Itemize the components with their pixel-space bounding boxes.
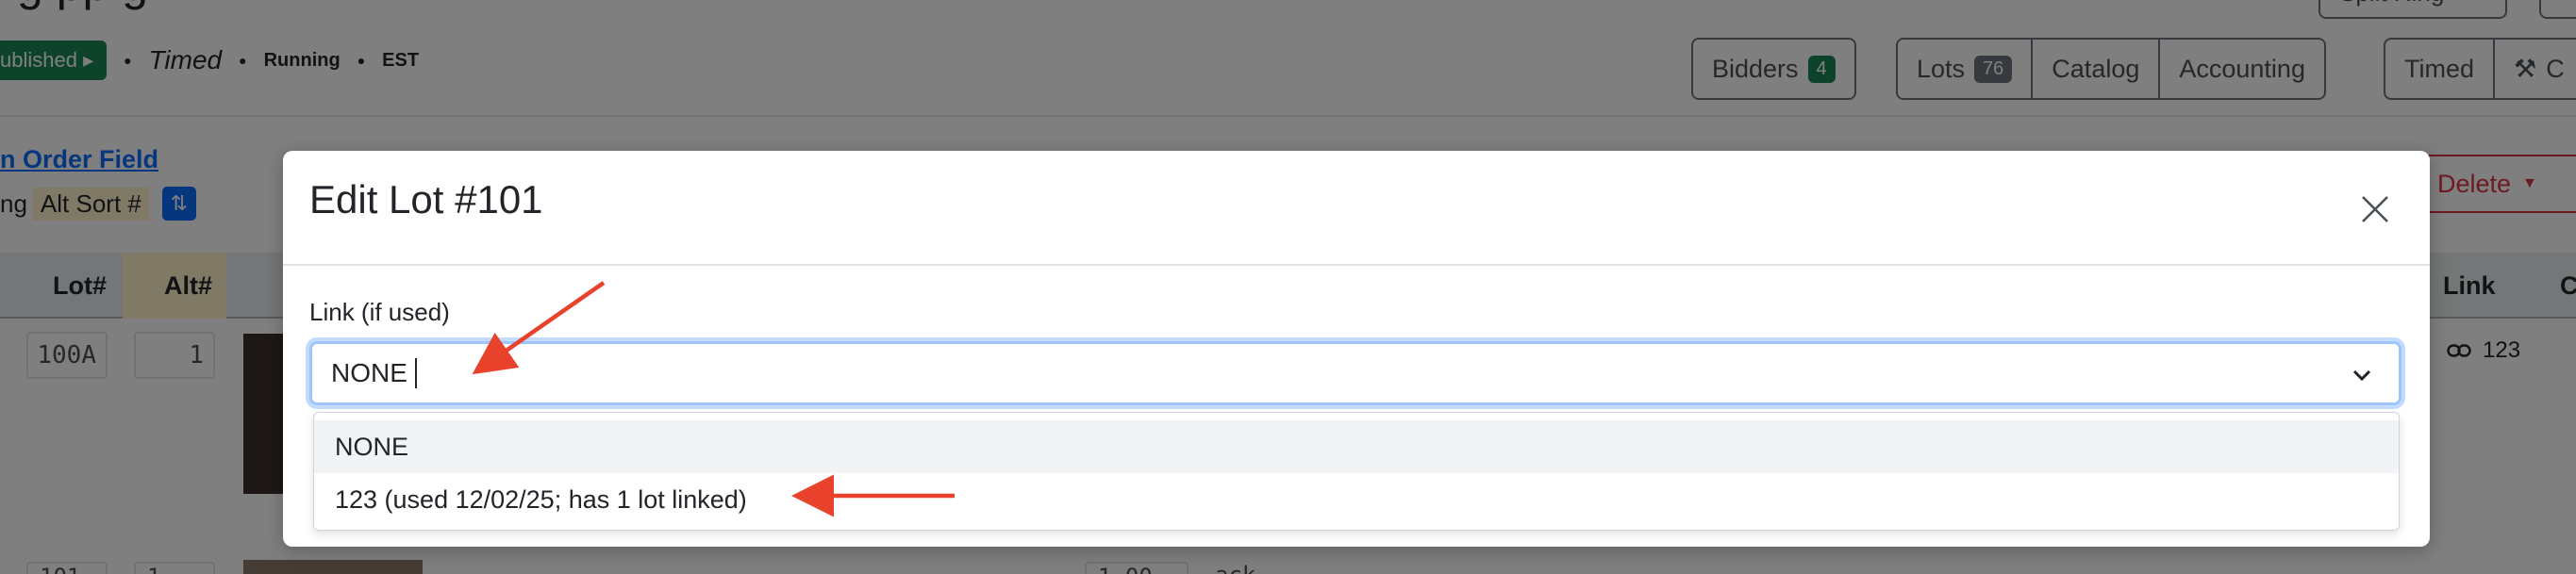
close-icon [2362,196,2388,222]
link-options-menu: NONE 123 (used 12/02/25; has 1 lot linke… [313,412,2400,531]
option-123[interactable]: 123 (used 12/02/25; has 1 lot linked) [314,473,2399,526]
close-button[interactable] [2352,187,2398,232]
chevron-down-icon[interactable] [2348,361,2376,389]
option-none[interactable]: NONE [314,420,2399,473]
link-select-value: NONE [331,358,407,387]
link-field-label: Link (if used) [309,298,450,326]
modal-header: Edit Lot #101 [283,151,2430,266]
text-cursor [414,358,417,388]
modal-title: Edit Lot #101 [309,177,543,221]
edit-lot-modal: Edit Lot #101 Link (if used) NONE NONE 1… [283,151,2430,547]
link-select[interactable]: NONE [309,341,2401,405]
